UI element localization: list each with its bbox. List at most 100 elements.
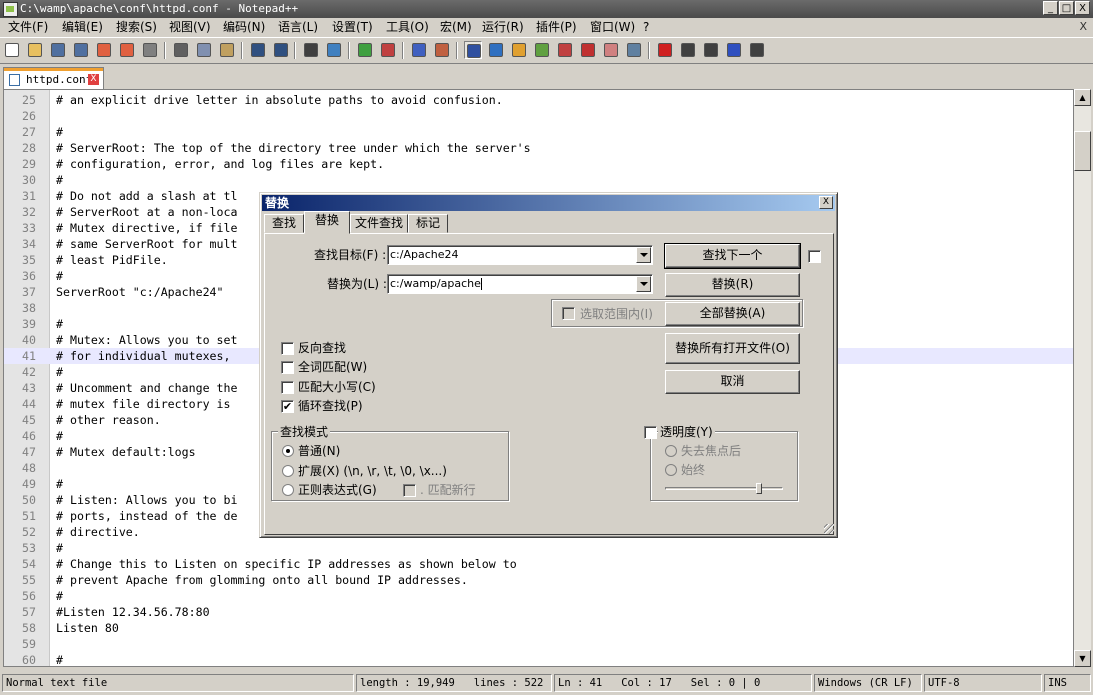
transparency-slider-thumb[interactable] bbox=[756, 483, 762, 494]
play-macro-icon[interactable] bbox=[702, 41, 720, 59]
scroll-thumb[interactable] bbox=[1074, 131, 1091, 171]
vertical-scrollbar[interactable]: ▲ ▼ bbox=[1074, 89, 1091, 667]
editor-line[interactable]: 30 # bbox=[4, 172, 1073, 188]
close-icon[interactable] bbox=[95, 41, 113, 59]
dialog-close-button[interactable]: X bbox=[819, 196, 833, 209]
record-macro-icon[interactable] bbox=[656, 41, 674, 59]
option-checkbox[interactable] bbox=[281, 381, 294, 394]
transparency-checkbox[interactable] bbox=[644, 426, 657, 439]
mode-normal-radio[interactable] bbox=[282, 445, 294, 457]
menu-run[interactable]: 运行(R) bbox=[482, 20, 524, 35]
menu-tools[interactable]: 工具(O) bbox=[386, 20, 429, 35]
editor-line[interactable]: 56 # bbox=[4, 588, 1073, 604]
find-next-button[interactable]: 查找下一个 bbox=[664, 243, 801, 269]
editor-line[interactable]: 53 # bbox=[4, 540, 1073, 556]
menu-encoding[interactable]: 编码(N) bbox=[223, 20, 265, 35]
cut-icon[interactable] bbox=[172, 41, 190, 59]
save-all-icon[interactable] bbox=[72, 41, 90, 59]
dialog-title-bar[interactable]: 替换 X bbox=[262, 195, 835, 211]
resize-grip[interactable] bbox=[824, 524, 834, 534]
sync-vertical-icon[interactable] bbox=[410, 41, 428, 59]
editor-line[interactable]: 55 # prevent Apache from glomming onto al… bbox=[4, 572, 1073, 588]
chevron-down-icon[interactable] bbox=[636, 247, 651, 263]
find-icon[interactable] bbox=[302, 41, 320, 59]
replace-button[interactable]: 替换(R) bbox=[665, 273, 800, 297]
word-wrap-icon[interactable] bbox=[464, 41, 482, 59]
redo-icon[interactable] bbox=[272, 41, 290, 59]
scroll-down-button[interactable]: ▼ bbox=[1074, 650, 1091, 667]
mode-extended-radio[interactable] bbox=[282, 465, 294, 477]
monitor-icon[interactable] bbox=[625, 41, 643, 59]
editor-line[interactable]: 29 # configuration, error, and log files … bbox=[4, 156, 1073, 172]
close-document-icon[interactable]: X bbox=[1079, 20, 1087, 33]
stop-record-icon[interactable] bbox=[679, 41, 697, 59]
editor-line[interactable]: 59 bbox=[4, 636, 1073, 652]
editor-line[interactable]: 54 # Change this to Listen on specific IP… bbox=[4, 556, 1073, 572]
scroll-up-button[interactable]: ▲ bbox=[1074, 89, 1091, 106]
close-button[interactable]: X bbox=[1075, 1, 1090, 15]
sync-horizontal-icon[interactable] bbox=[433, 41, 451, 59]
editor-line[interactable]: 60 # bbox=[4, 652, 1073, 666]
find-what-combo[interactable]: c:/Apache24 bbox=[387, 245, 653, 265]
editor-line[interactable]: 25 # an explicit drive letter in absolute… bbox=[4, 92, 1073, 108]
paste-icon[interactable] bbox=[218, 41, 236, 59]
save-macro-icon[interactable] bbox=[748, 41, 766, 59]
copy-icon[interactable] bbox=[195, 41, 213, 59]
menu-settings[interactable]: 设置(T) bbox=[332, 20, 373, 35]
user-defined-language-icon[interactable] bbox=[533, 41, 551, 59]
in-selection-checkbox[interactable] bbox=[562, 307, 575, 320]
tab-replace[interactable]: 替换 bbox=[304, 211, 350, 234]
replace-all-open-docs-button[interactable]: 替换所有打开文件(O) bbox=[665, 333, 800, 364]
menu-search[interactable]: 搜索(S) bbox=[116, 20, 157, 35]
editor-line[interactable]: 58 Listen 80 bbox=[4, 620, 1073, 636]
function-list-icon[interactable] bbox=[579, 41, 597, 59]
tab-find-in-files[interactable]: 文件查找 bbox=[350, 214, 408, 233]
menu-file[interactable]: 文件(F) bbox=[8, 20, 48, 35]
tab-mark[interactable]: 标记 bbox=[408, 214, 448, 233]
folder-as-workspace-icon[interactable] bbox=[602, 41, 620, 59]
menu-language[interactable]: 语言(L) bbox=[278, 20, 318, 35]
replace-all-button[interactable]: 全部替换(A) bbox=[665, 302, 800, 326]
zoom-out-icon[interactable] bbox=[379, 41, 397, 59]
transparency-slider-track[interactable] bbox=[665, 487, 783, 490]
tab-close-icon[interactable]: X bbox=[88, 74, 99, 85]
menu-plugins[interactable]: 插件(P) bbox=[536, 20, 577, 35]
option-checkbox[interactable]: ✔ bbox=[281, 400, 294, 413]
editor-line[interactable]: 27 # bbox=[4, 124, 1073, 140]
new-file-icon[interactable] bbox=[3, 41, 21, 59]
menu-edit[interactable]: 编辑(E) bbox=[62, 20, 103, 35]
open-file-icon[interactable] bbox=[26, 41, 44, 59]
replace-with-combo[interactable]: c:/wamp/apache bbox=[387, 274, 653, 294]
editor-line[interactable]: 57 #Listen 12.34.56.78:80 bbox=[4, 604, 1073, 620]
chevron-down-icon[interactable] bbox=[636, 276, 651, 292]
print-icon[interactable] bbox=[141, 41, 159, 59]
option-checkbox[interactable] bbox=[281, 361, 294, 374]
zoom-in-icon[interactable] bbox=[356, 41, 374, 59]
menu-view[interactable]: 视图(V) bbox=[169, 20, 211, 35]
menu-help[interactable]: ? bbox=[643, 20, 649, 35]
option-checkbox[interactable] bbox=[281, 342, 294, 355]
indent-guide-icon[interactable] bbox=[510, 41, 528, 59]
transparency-always-radio[interactable] bbox=[665, 464, 677, 476]
mode-regex-radio[interactable] bbox=[282, 484, 294, 496]
editor-line[interactable]: 28 # ServerRoot: The top of the directory… bbox=[4, 140, 1073, 156]
replace-icon[interactable] bbox=[325, 41, 343, 59]
window-title: C:\wamp\apache\conf\httpd.conf - Notepad… bbox=[20, 2, 299, 15]
doc-map-icon[interactable] bbox=[556, 41, 574, 59]
cancel-button[interactable]: 取消 bbox=[665, 370, 800, 394]
save-icon[interactable] bbox=[49, 41, 67, 59]
tab-httpd-conf[interactable]: httpd.conf X bbox=[3, 67, 104, 89]
dot-newline-checkbox[interactable] bbox=[403, 484, 416, 497]
close-all-icon[interactable] bbox=[118, 41, 136, 59]
tab-find[interactable]: 查找 bbox=[264, 214, 304, 233]
run-macro-multiple-icon[interactable] bbox=[725, 41, 743, 59]
menu-window[interactable]: 窗口(W) bbox=[590, 20, 635, 35]
menu-macro[interactable]: 宏(M) bbox=[440, 20, 472, 35]
find-next-extra-checkbox[interactable] bbox=[808, 250, 821, 263]
minimize-button[interactable]: _ bbox=[1043, 1, 1058, 15]
editor-line[interactable]: 26 bbox=[4, 108, 1073, 124]
show-all-chars-icon[interactable] bbox=[487, 41, 505, 59]
undo-icon[interactable] bbox=[249, 41, 267, 59]
transparency-on-lose-focus-radio[interactable] bbox=[665, 445, 677, 457]
maximize-button[interactable]: □ bbox=[1059, 1, 1074, 15]
